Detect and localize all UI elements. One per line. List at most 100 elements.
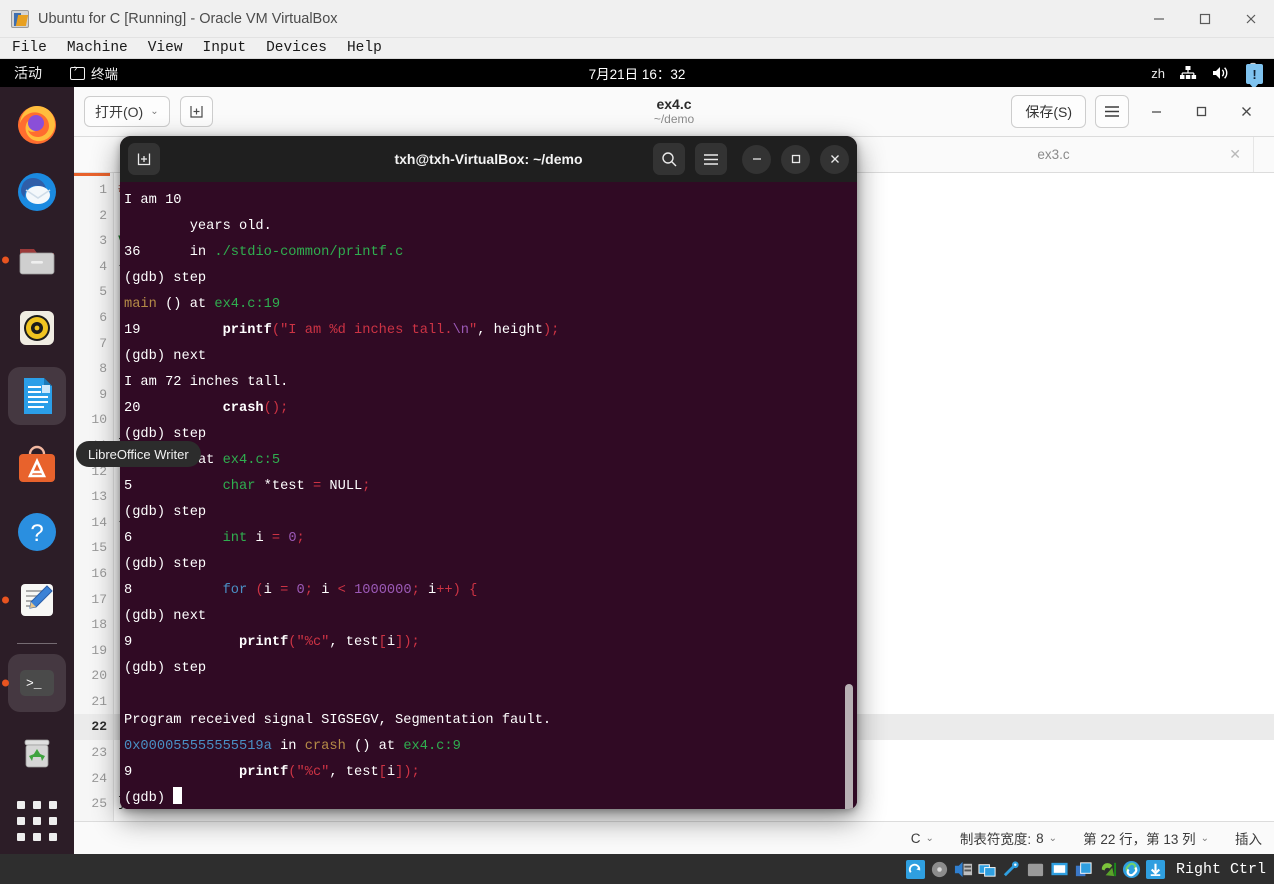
shared-folder-icon[interactable] — [1026, 860, 1045, 879]
tab-width-label: 制表符宽度: — [959, 832, 1032, 847]
usb-icon[interactable] — [1002, 860, 1021, 879]
gnome-top-bar: 活动 终端 7月21日 16：32 zh — [0, 59, 1274, 89]
menu-machine[interactable]: Machine — [57, 38, 138, 59]
gedit-menu-button[interactable] — [1095, 95, 1129, 128]
close-icon[interactable] — [1228, 0, 1274, 38]
dock-item-help[interactable]: ? — [8, 503, 66, 561]
vbox-titlebar: Ubuntu for C [Running] - Oracle VM Virtu… — [0, 0, 1274, 38]
optical-disk-icon[interactable] — [930, 860, 949, 879]
menu-devices[interactable]: Devices — [256, 38, 337, 59]
dock-separator — [17, 643, 57, 644]
gedit-close-button[interactable] — [1228, 95, 1264, 128]
terminal-output[interactable]: I am 10 years old. 36 in ./stdio-common/p… — [120, 182, 857, 809]
menu-view[interactable]: View — [138, 38, 193, 59]
terminal-maximize-button[interactable] — [781, 144, 810, 174]
new-tab-icon — [137, 153, 151, 166]
terminal-text: main — [124, 297, 166, 312]
guest-screen: 活动 终端 7月21日 16：32 zh — [0, 59, 1274, 854]
terminal-text: , test — [329, 635, 379, 650]
dock-item-libreoffice-writer[interactable] — [8, 367, 66, 425]
menu-input[interactable]: Input — [193, 38, 257, 59]
terminal-line: (gdb) next — [122, 344, 857, 370]
menu-help[interactable]: Help — [337, 38, 392, 59]
save-button[interactable]: 保存(S) — [1011, 95, 1086, 128]
dock-item-files[interactable] — [2, 231, 66, 289]
terminal-text: (gdb) step — [124, 427, 207, 442]
terminal-search-button[interactable] — [653, 143, 685, 175]
terminal-line: 9 printf("%c", test[i]); — [122, 630, 857, 656]
open-button[interactable]: 打开(O) ⌄ — [84, 96, 170, 127]
gedit-statusbar: C ⌄ 制表符宽度: 8 ⌄ 第 22 行，第 13 列 ⌄ 插入 — [74, 821, 1274, 854]
active-app-menu[interactable]: 终端 — [70, 63, 118, 83]
gedit-maximize-button[interactable] — [1183, 95, 1219, 128]
terminal-text: i — [428, 583, 437, 598]
cursor-position-indicator[interactable]: 第 22 行，第 13 列 ⌄ — [1083, 828, 1209, 848]
recording-icon[interactable] — [1074, 860, 1093, 879]
dock-item-firefox[interactable] — [8, 95, 66, 153]
dock-item-trash[interactable] — [8, 722, 66, 780]
power-alert-badge: ! — [1246, 64, 1263, 89]
terminal-menu-button[interactable] — [695, 143, 727, 175]
floppy-icon[interactable] — [954, 860, 973, 879]
terminal-text: [ — [378, 765, 387, 780]
hard-disk-icon[interactable] — [905, 859, 925, 879]
activities-button[interactable]: 活动 — [14, 63, 42, 83]
line-number: 23 — [91, 745, 107, 761]
terminal-text: printf — [239, 635, 289, 650]
trash-icon — [24, 739, 50, 768]
terminal-headerbar: txh@txh-VirtualBox: ~/demo — [120, 136, 857, 182]
terminal-icon — [70, 64, 85, 80]
terminal-text: ( — [288, 635, 297, 650]
show-applications-button[interactable] — [16, 800, 58, 842]
dock-item-text-editor[interactable] — [2, 571, 66, 629]
terminal-text: ); — [403, 765, 420, 780]
system-status-area[interactable]: zh ! — [1151, 62, 1264, 89]
terminal-text: in — [271, 739, 305, 754]
line-number: 10 — [91, 412, 107, 428]
terminal-text: (); — [263, 401, 289, 416]
menu-file[interactable]: File — [0, 38, 57, 59]
terminal-text: crash — [304, 739, 355, 754]
display-icon[interactable] — [1050, 860, 1069, 879]
vbox-window-controls — [1136, 0, 1274, 38]
line-number: 22 — [74, 714, 113, 741]
tab-width-selector[interactable]: 制表符宽度: 8 ⌄ — [960, 828, 1057, 848]
input-method-indicator[interactable]: zh — [1151, 66, 1165, 81]
close-icon — [830, 155, 839, 163]
terminal-text: NULL — [321, 479, 363, 494]
language-selector[interactable]: C ⌄ — [911, 831, 934, 846]
clock[interactable]: 7月21日 16：32 — [589, 63, 686, 83]
dock-item-thunderbird[interactable] — [8, 163, 66, 221]
mouse-integration-icon[interactable] — [1098, 860, 1117, 879]
terminal-close-button[interactable] — [820, 144, 849, 174]
terminal-minimize-button[interactable] — [742, 144, 771, 174]
new-document-button[interactable] — [179, 96, 213, 127]
dock-item-ubuntu-software[interactable] — [8, 435, 66, 493]
terminal-new-tab-button[interactable] — [128, 143, 160, 175]
insert-mode-indicator[interactable]: 插入 — [1235, 828, 1262, 848]
dock-item-terminal[interactable]: >_ — [2, 654, 66, 712]
terminal-text: , test — [329, 765, 379, 780]
apps-grid-dot — [48, 801, 57, 810]
dock-item-rhythmbox[interactable] — [8, 299, 66, 357]
terminal-line: years old. — [122, 214, 857, 240]
network-adapter-icon[interactable] — [978, 860, 997, 879]
host-guest-link-icon[interactable] — [1122, 860, 1141, 879]
minimize-icon[interactable] — [1136, 0, 1182, 38]
line-number: 4 — [99, 258, 107, 274]
terminal-line: I am 72 inches tall. — [122, 370, 857, 396]
terminal-text: (gdb) — [124, 791, 174, 806]
terminal-scrollbar[interactable] — [845, 684, 853, 809]
terminal-line: (gdb) step — [122, 266, 857, 292]
apps-grid-dot — [32, 801, 41, 810]
apps-grid-dot — [17, 832, 26, 841]
guest-additions-icon[interactable] — [1145, 859, 1165, 879]
maximize-icon[interactable] — [1182, 0, 1228, 38]
terminal-text: ex4.c:5 — [222, 453, 281, 468]
tab-close-icon[interactable]: ✕ — [1229, 146, 1241, 163]
gedit-minimize-button[interactable] — [1138, 95, 1174, 128]
terminal-line: (gdb) — [122, 786, 857, 809]
apps-grid-dot — [48, 816, 57, 825]
tab-ex3-c[interactable]: ex3.c ✕ — [854, 137, 1254, 172]
terminal-text: years old. — [124, 219, 272, 234]
